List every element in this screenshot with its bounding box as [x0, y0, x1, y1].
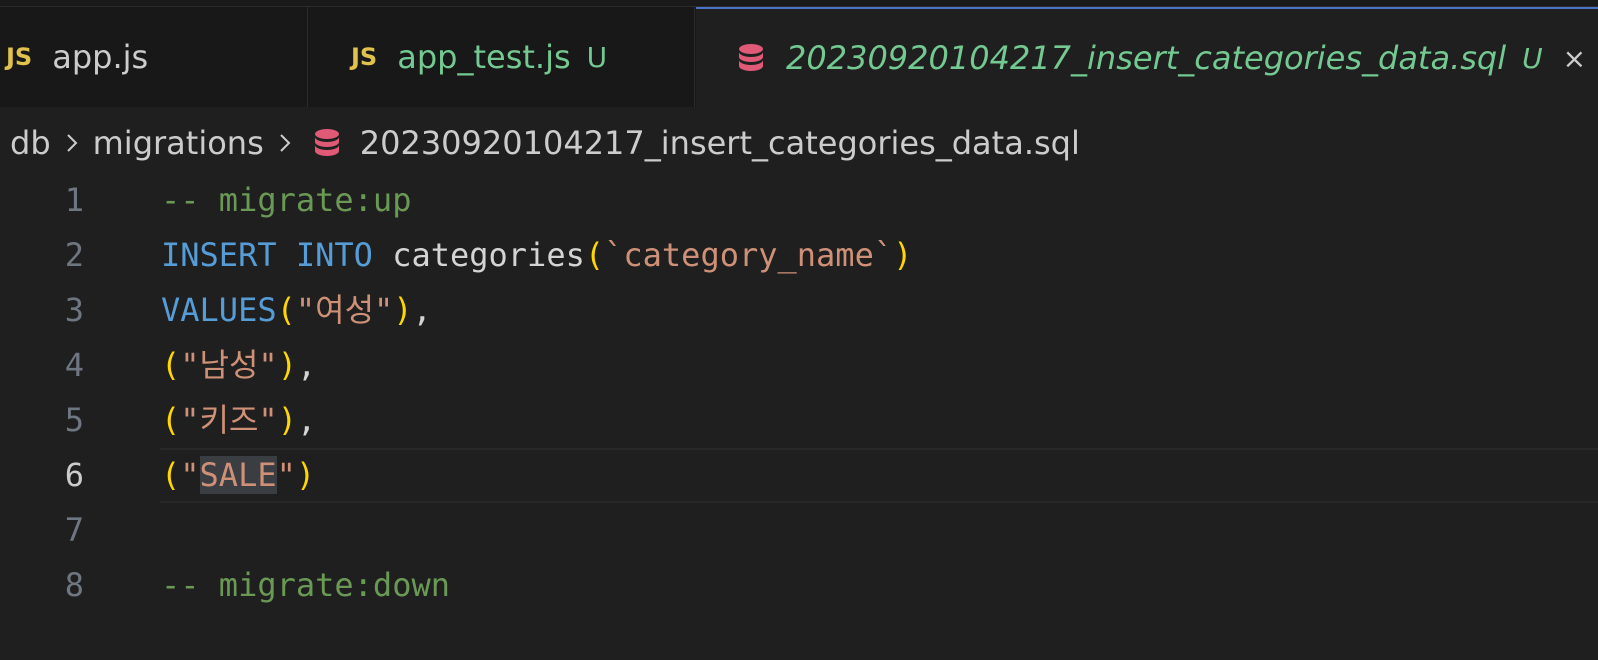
code-text: ("남성"), [161, 338, 316, 393]
line-number: 7 [64, 511, 84, 549]
database-icon [314, 129, 339, 156]
code-text: INSERT INTO categories(`category_name`) [161, 228, 912, 283]
code-token: " [276, 456, 296, 494]
javascript-file-icon: JS [351, 43, 378, 71]
code-line[interactable]: 4 ("남성"), [0, 338, 1598, 393]
close-icon[interactable]: × [1563, 42, 1586, 75]
window-top-edge [0, 0, 1598, 7]
code-token: , [296, 401, 317, 439]
code-token: "키즈" [180, 401, 278, 439]
code-token: ( [161, 456, 181, 494]
code-text: ("키즈"), [161, 393, 316, 448]
code-token: -- migrate:up [161, 181, 412, 219]
code-token: ( [161, 346, 181, 384]
line-number: 2 [64, 236, 84, 274]
tab-label: app_test.js [397, 38, 571, 76]
code-text: -- migrate:up [161, 173, 411, 228]
editor-tab-bar: JS app.js JS app_test.js U 2023092010421… [0, 7, 1598, 107]
tab-app-js[interactable]: JS app.js [0, 7, 308, 107]
code-token: ) [393, 291, 413, 329]
tab-app-test-js[interactable]: JS app_test.js U [309, 7, 695, 107]
code-editor[interactable]: 1 -- migrate:up 2 INSERT INTO categories(`c… [0, 173, 1598, 613]
code-token: ) [277, 401, 297, 439]
code-token: VALUES [161, 291, 277, 329]
line-number: 5 [64, 401, 84, 439]
code-token: "남성" [180, 346, 278, 384]
untracked-badge: U [1522, 41, 1543, 75]
tab-insert-categories-sql[interactable]: 20230920104217_insert_categories_data.sq… [696, 7, 1598, 107]
code-token: ) [277, 346, 297, 384]
code-token: ( [276, 291, 296, 329]
line-number: 1 [64, 181, 84, 219]
code-token: ) [893, 236, 913, 274]
line-number: 8 [64, 566, 84, 604]
code-text: -- migrate:down [161, 558, 450, 613]
code-line[interactable]: 5 ("키즈"), [0, 393, 1598, 448]
chevron-right-icon [280, 134, 291, 152]
breadcrumb-item-file[interactable]: 20230920104217_insert_categories_data.sq… [360, 124, 1080, 162]
breadcrumb: db migrations 20230920104217_insert_cate… [10, 117, 1080, 169]
breadcrumb-item-migrations[interactable]: migrations [93, 124, 264, 162]
code-line[interactable]: 7 [0, 503, 1598, 558]
code-line[interactable]: 1 -- migrate:up [0, 173, 1598, 228]
code-token: -- migrate:down [161, 566, 450, 604]
code-line[interactable]: 8 -- migrate:down [0, 558, 1598, 613]
line-number: 3 [64, 291, 84, 329]
javascript-file-icon: JS [6, 43, 33, 71]
code-token: ( [584, 236, 605, 274]
code-token: INSERT [161, 236, 277, 274]
code-token: " [180, 456, 200, 494]
code-token: , [296, 346, 317, 384]
code-token: INTO [295, 236, 373, 274]
code-token: ) [295, 456, 316, 494]
code-token: categories [372, 236, 585, 274]
code-line[interactable]: 3 VALUES("여성"), [0, 283, 1598, 338]
code-text: VALUES("여성"), [161, 283, 432, 338]
code-token: , [412, 291, 432, 329]
line-number: 4 [64, 346, 84, 384]
code-token: SALE [199, 456, 277, 494]
code-line[interactable]: 6 ("SALE") [0, 448, 1598, 503]
tab-label: app.js [52, 38, 149, 76]
untracked-badge: U [586, 40, 608, 74]
breadcrumb-item-db[interactable]: db [10, 124, 51, 162]
line-number: 6 [64, 456, 84, 494]
code-token: "여성" [295, 291, 394, 329]
code-token: ( [161, 401, 181, 439]
tab-label: 20230920104217_insert_categories_data.sq… [786, 39, 1507, 77]
code-line[interactable]: 2 INSERT INTO categories(`category_name`) [0, 228, 1598, 283]
database-icon [739, 44, 763, 71]
code-token: `category_name` [604, 236, 894, 274]
code-text: ("SALE") [161, 448, 315, 503]
chevron-right-icon [66, 134, 78, 152]
